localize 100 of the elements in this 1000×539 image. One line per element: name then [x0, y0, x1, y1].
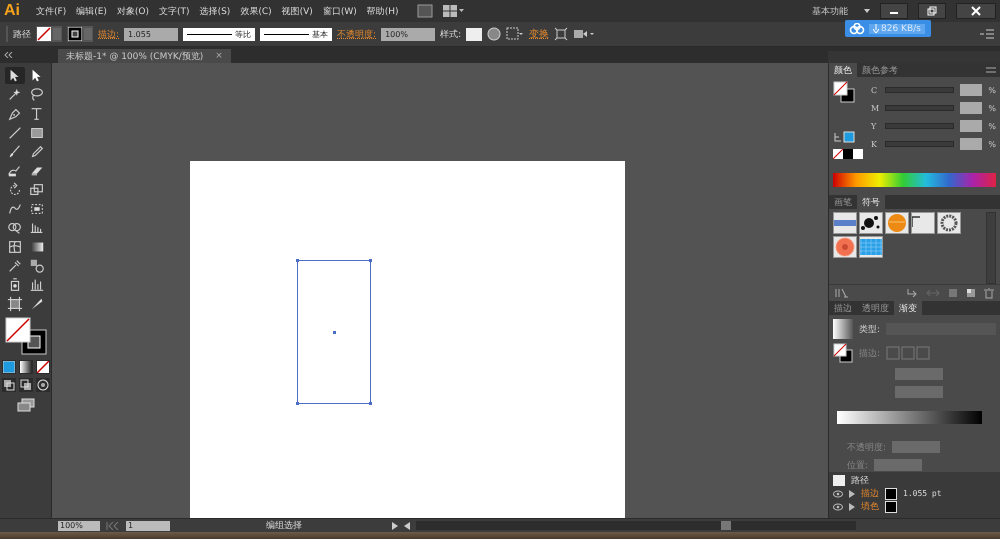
panel-tab[interactable]: 画笔 [829, 195, 857, 209]
color-spectrum[interactable] [833, 173, 996, 187]
menu-item[interactable]: 视图(V) [282, 4, 313, 18]
ring-symbol[interactable] [937, 212, 961, 234]
panel-tab[interactable]: 渐变 [894, 301, 922, 315]
channel-value-field[interactable] [960, 102, 982, 114]
globe-icon[interactable] [487, 27, 502, 41]
color-swatch[interactable] [885, 488, 897, 500]
channel-slider[interactable] [885, 87, 954, 93]
channel-slider[interactable] [885, 123, 954, 129]
fill-stroke-swatches-icon[interactable] [833, 81, 855, 103]
gradient-mode-button[interactable] [18, 360, 32, 374]
place-symbol-icon[interactable] [906, 288, 918, 298]
panel-tab[interactable]: 符号 [857, 195, 885, 209]
eye-icon[interactable] [833, 490, 843, 498]
frame-corner-symbol[interactable] [911, 212, 935, 234]
stroke-weight-field[interactable]: 1.055 [124, 28, 178, 40]
attribute-value: 1.055 pt [903, 489, 942, 498]
channel-value-field[interactable] [960, 84, 982, 96]
quick-swatches-icon[interactable] [833, 149, 863, 159]
menu-item[interactable]: 对象(O) [116, 4, 150, 18]
fill-dropdown[interactable] [36, 26, 62, 42]
percent-label: % [988, 140, 996, 148]
draw-behind-button[interactable] [18, 378, 32, 392]
menu-item[interactable]: 文件(F) [36, 4, 66, 18]
app-logo: Ai [4, 2, 20, 20]
zoom-dropdown[interactable]: 100% [58, 520, 100, 530]
align-icon[interactable] [506, 27, 524, 41]
layout-icon[interactable] [442, 5, 465, 17]
stroke-label: 描边: [859, 348, 880, 360]
opacity-link[interactable]: 不透明度: [337, 28, 376, 40]
panel-tab[interactable]: 颜色 [829, 63, 857, 77]
channel-slider[interactable] [885, 141, 954, 147]
channel-slider[interactable] [885, 105, 954, 111]
bridge-icon[interactable] [416, 4, 433, 18]
channel-label: M [871, 104, 879, 112]
play-arrow-icon[interactable] [392, 522, 398, 530]
panel-menu-icon[interactable] [980, 29, 994, 39]
menu-item[interactable]: 帮助(H) [366, 4, 399, 18]
panel-tab[interactable]: 颜色参考 [857, 63, 903, 77]
flower-symbol[interactable] [833, 236, 857, 258]
opacity-label: 不透明度: [847, 442, 886, 454]
download-arrow-icon [873, 24, 879, 33]
variable-width-profile-dropdown[interactable]: 等比 [183, 28, 256, 40]
artboard-dropdown[interactable]: 1 [126, 520, 170, 530]
trash-icon[interactable] [984, 288, 994, 298]
screen-mode-icon[interactable] [16, 398, 34, 412]
close-button[interactable] [956, 3, 996, 19]
color-mode-button[interactable] [2, 360, 16, 374]
draw-inside-button[interactable] [36, 378, 50, 392]
channel-label: Y [871, 122, 878, 130]
color-swatch[interactable] [885, 500, 897, 512]
new-symbol-icon[interactable] [966, 288, 976, 298]
panel-menu-icon[interactable] [986, 67, 996, 73]
transform-link[interactable]: 变换 [529, 27, 550, 41]
selection-label: 路径 [13, 28, 31, 40]
type-label: 类型: [859, 324, 880, 336]
attribute-link[interactable]: 描边 [861, 487, 879, 500]
menu-item[interactable]: 编辑(E) [76, 4, 107, 18]
graphic-style-dropdown[interactable] [466, 28, 482, 40]
minimize-button[interactable] [880, 3, 908, 19]
arrange-icon[interactable] [573, 27, 596, 41]
horizontal-scrollbar[interactable] [416, 521, 856, 530]
cloud-icon [849, 22, 865, 34]
fill-stroke-swatches-icon[interactable] [833, 343, 853, 363]
ink-splat-symbol[interactable] [859, 212, 883, 234]
caret-icon[interactable] [864, 9, 870, 13]
opacity-field[interactable]: 100% [381, 28, 436, 40]
workspace-switcher[interactable]: 基本功能 [812, 4, 848, 18]
restore-button[interactable] [918, 3, 946, 19]
channel-value-field[interactable] [960, 138, 982, 150]
isolate-icon[interactable] [554, 27, 568, 41]
none-mode-button[interactable] [36, 360, 50, 374]
appearance-title: 路径 [851, 474, 869, 487]
gradient-preview[interactable] [833, 319, 853, 339]
menu-item[interactable]: 文字(T) [159, 4, 190, 18]
menu-item[interactable]: 效果(C) [240, 4, 272, 18]
first-artboard-icon[interactable] [106, 522, 120, 530]
collapse-icon[interactable] [4, 52, 14, 58]
panel-tab[interactable]: 透明度 [857, 301, 894, 315]
download-speed-text: 826 KB/s [881, 24, 921, 34]
channel-label: C [871, 86, 878, 94]
eye-icon[interactable] [833, 502, 843, 510]
scroll-left-icon[interactable] [404, 522, 410, 530]
channel-value-field[interactable] [960, 120, 982, 132]
selected-rectangle[interactable] [297, 260, 371, 404]
brush-definition-dropdown[interactable]: 基本 [260, 28, 332, 40]
menu-item[interactable]: 窗口(W) [322, 4, 357, 18]
draw-normal-button[interactable] [2, 378, 16, 392]
document-tab[interactable]: 未标题-1* @ 100% (CMYK/预览) × [58, 49, 231, 63]
path-thumbnail [833, 475, 845, 486]
stroke-dropdown[interactable] [67, 26, 93, 42]
menu-item[interactable]: 选择(S) [200, 4, 230, 18]
attribute-link[interactable]: 填色 [861, 500, 879, 513]
stroke-link[interactable]: 描边: [98, 28, 120, 40]
close-icon [971, 6, 981, 16]
percent-label: % [988, 86, 996, 94]
panel-tab[interactable]: 描边 [829, 301, 857, 315]
fill-stroke-swatches-icon[interactable] [4, 316, 48, 356]
library-icon[interactable] [835, 288, 849, 298]
